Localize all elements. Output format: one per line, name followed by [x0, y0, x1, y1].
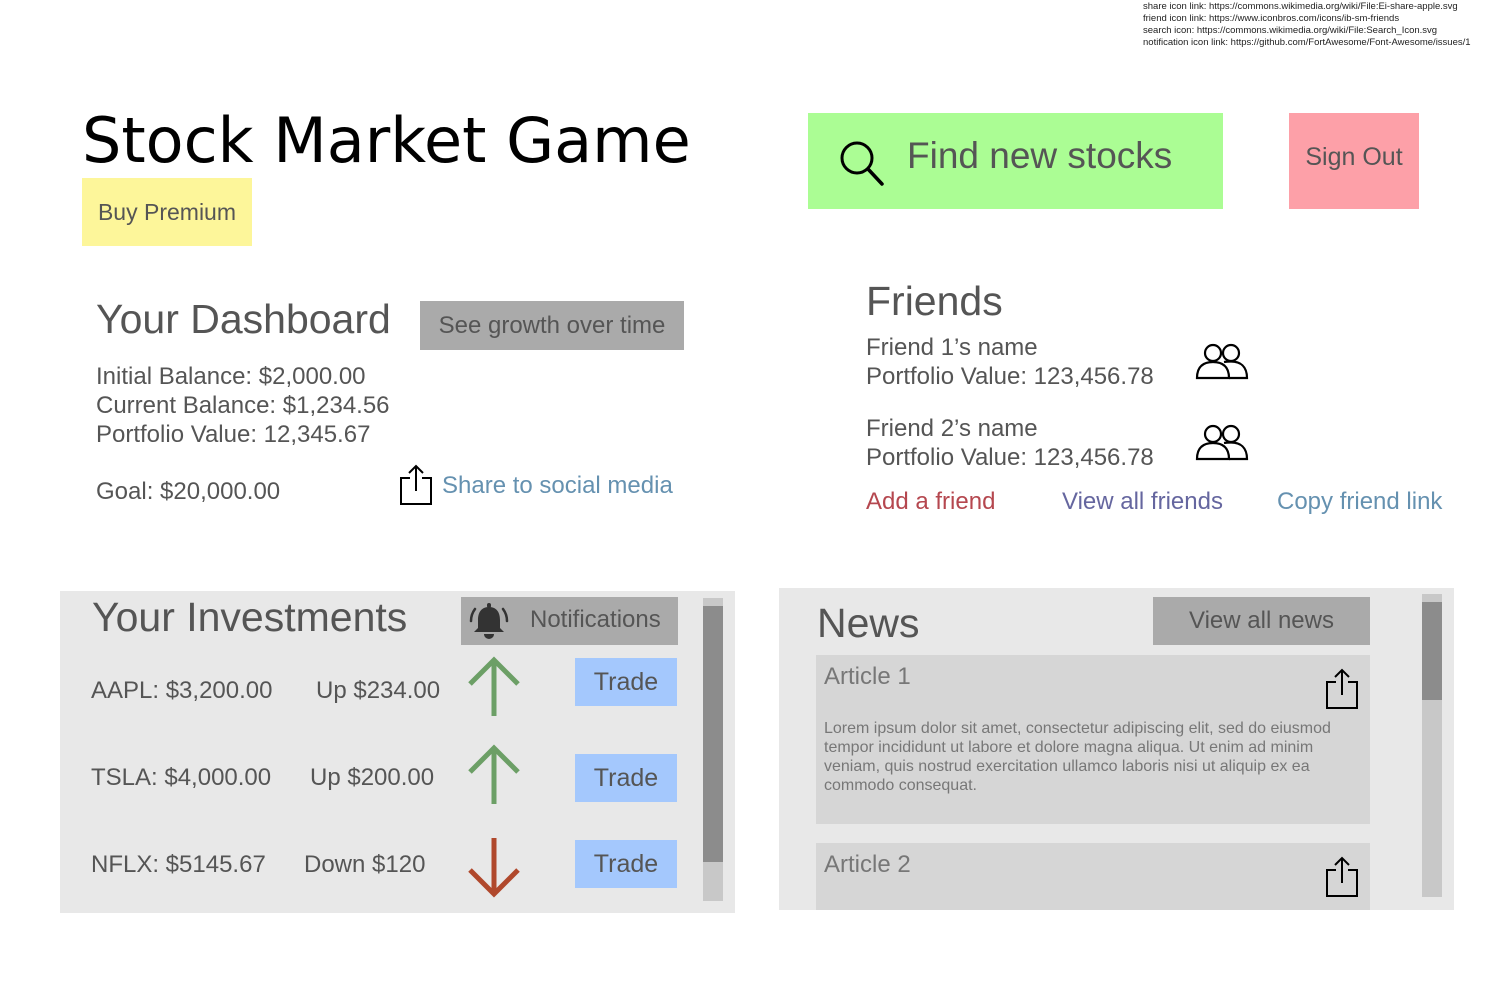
- article-body: Lorem ipsum dolor sit amet, consectetur …: [824, 720, 1331, 794]
- goal-value: Goal: $20,000.00: [96, 478, 281, 505]
- current-balance: Current Balance: $1,234.56: [96, 392, 390, 419]
- share-icon: [400, 464, 432, 505]
- app-title: Stock Market Game: [82, 104, 691, 177]
- friends-title: Friends: [866, 278, 1003, 324]
- dashboard-title: Your Dashboard: [96, 296, 391, 342]
- trade-button[interactable]: Trade: [575, 658, 677, 706]
- news-article[interactable]: Article 2: [816, 843, 1370, 910]
- friend-portfolio: Portfolio Value: 123,456.78: [866, 444, 1154, 471]
- friend-item[interactable]: Friend 2’s name Portfolio Value: 123,456…: [866, 414, 1154, 472]
- friends-icon: [1195, 424, 1249, 461]
- search-icon: [840, 141, 884, 186]
- trade-button[interactable]: Trade: [575, 840, 677, 888]
- up-arrow-icon: [468, 656, 520, 716]
- friend-name: Friend 1’s name: [866, 334, 1038, 361]
- portfolio-value: Portfolio Value: 12,345.67: [96, 421, 371, 448]
- view-all-friends-link[interactable]: View all friends: [1062, 488, 1223, 516]
- trade-button[interactable]: Trade: [575, 754, 677, 802]
- credit-line: search icon: https://commons.wikimedia.o…: [1143, 25, 1438, 36]
- copy-friend-link[interactable]: Copy friend link: [1277, 488, 1442, 516]
- balance-summary: Initial Balance: $2,000.00 Current Balan…: [96, 362, 390, 449]
- friend-item[interactable]: Friend 1’s name Portfolio Value: 123,456…: [866, 333, 1154, 391]
- investment-change: Up $234.00: [316, 677, 441, 704]
- up-arrow-icon: [468, 744, 520, 804]
- friends-icon: [1195, 343, 1249, 380]
- sign-out-button[interactable]: Sign Out: [1289, 113, 1419, 209]
- share-icon[interactable]: [1325, 856, 1359, 898]
- credit-line: friend icon link: https://www.iconbros.c…: [1143, 13, 1400, 24]
- article-title: Article 2: [824, 851, 911, 878]
- initial-balance: Initial Balance: $2,000.00: [96, 363, 366, 390]
- buy-premium-button[interactable]: Buy Premium: [82, 178, 252, 246]
- friend-portfolio: Portfolio Value: 123,456.78: [866, 363, 1154, 390]
- news-title: News: [817, 600, 920, 646]
- find-stocks-button[interactable]: Find new stocks: [808, 113, 1223, 209]
- credit-line: notification icon link: https://github.c…: [1143, 37, 1471, 48]
- friend-name: Friend 2’s name: [866, 415, 1038, 442]
- find-stocks-label: Find new stocks: [907, 135, 1173, 176]
- icon-credits: share icon link: https://commons.wikimed…: [1143, 1, 1512, 49]
- investment-ticker: TSLA: $4,000.00: [91, 764, 272, 791]
- view-all-news-button[interactable]: View all news: [1153, 597, 1370, 645]
- news-scroll-thumb[interactable]: [1422, 602, 1442, 700]
- share-social-link[interactable]: Share to social media: [398, 464, 673, 506]
- investments-title: Your Investments: [92, 594, 408, 640]
- article-title: Article 1: [824, 663, 911, 690]
- investment-change: Up $200.00: [310, 764, 435, 791]
- investment-change: Down $120: [304, 851, 426, 878]
- add-friend-link[interactable]: Add a friend: [866, 488, 995, 516]
- news-article[interactable]: Article 1 Lorem ipsum dolor sit amet, co…: [816, 655, 1370, 824]
- investments-scroll-thumb[interactable]: [703, 606, 723, 862]
- investment-ticker: NFLX: $5145.67: [91, 851, 266, 878]
- see-growth-button[interactable]: See growth over time: [420, 301, 684, 350]
- down-arrow-icon: [468, 838, 520, 898]
- notifications-button[interactable]: Notifications: [461, 597, 678, 645]
- share-icon[interactable]: [1325, 668, 1359, 710]
- credit-line: share icon link: https://commons.wikimed…: [1143, 1, 1458, 12]
- notifications-label: Notifications: [530, 606, 661, 633]
- investment-ticker: AAPL: $3,200.00: [91, 677, 273, 704]
- bell-icon: [469, 603, 509, 639]
- share-social-label: Share to social media: [442, 472, 673, 499]
